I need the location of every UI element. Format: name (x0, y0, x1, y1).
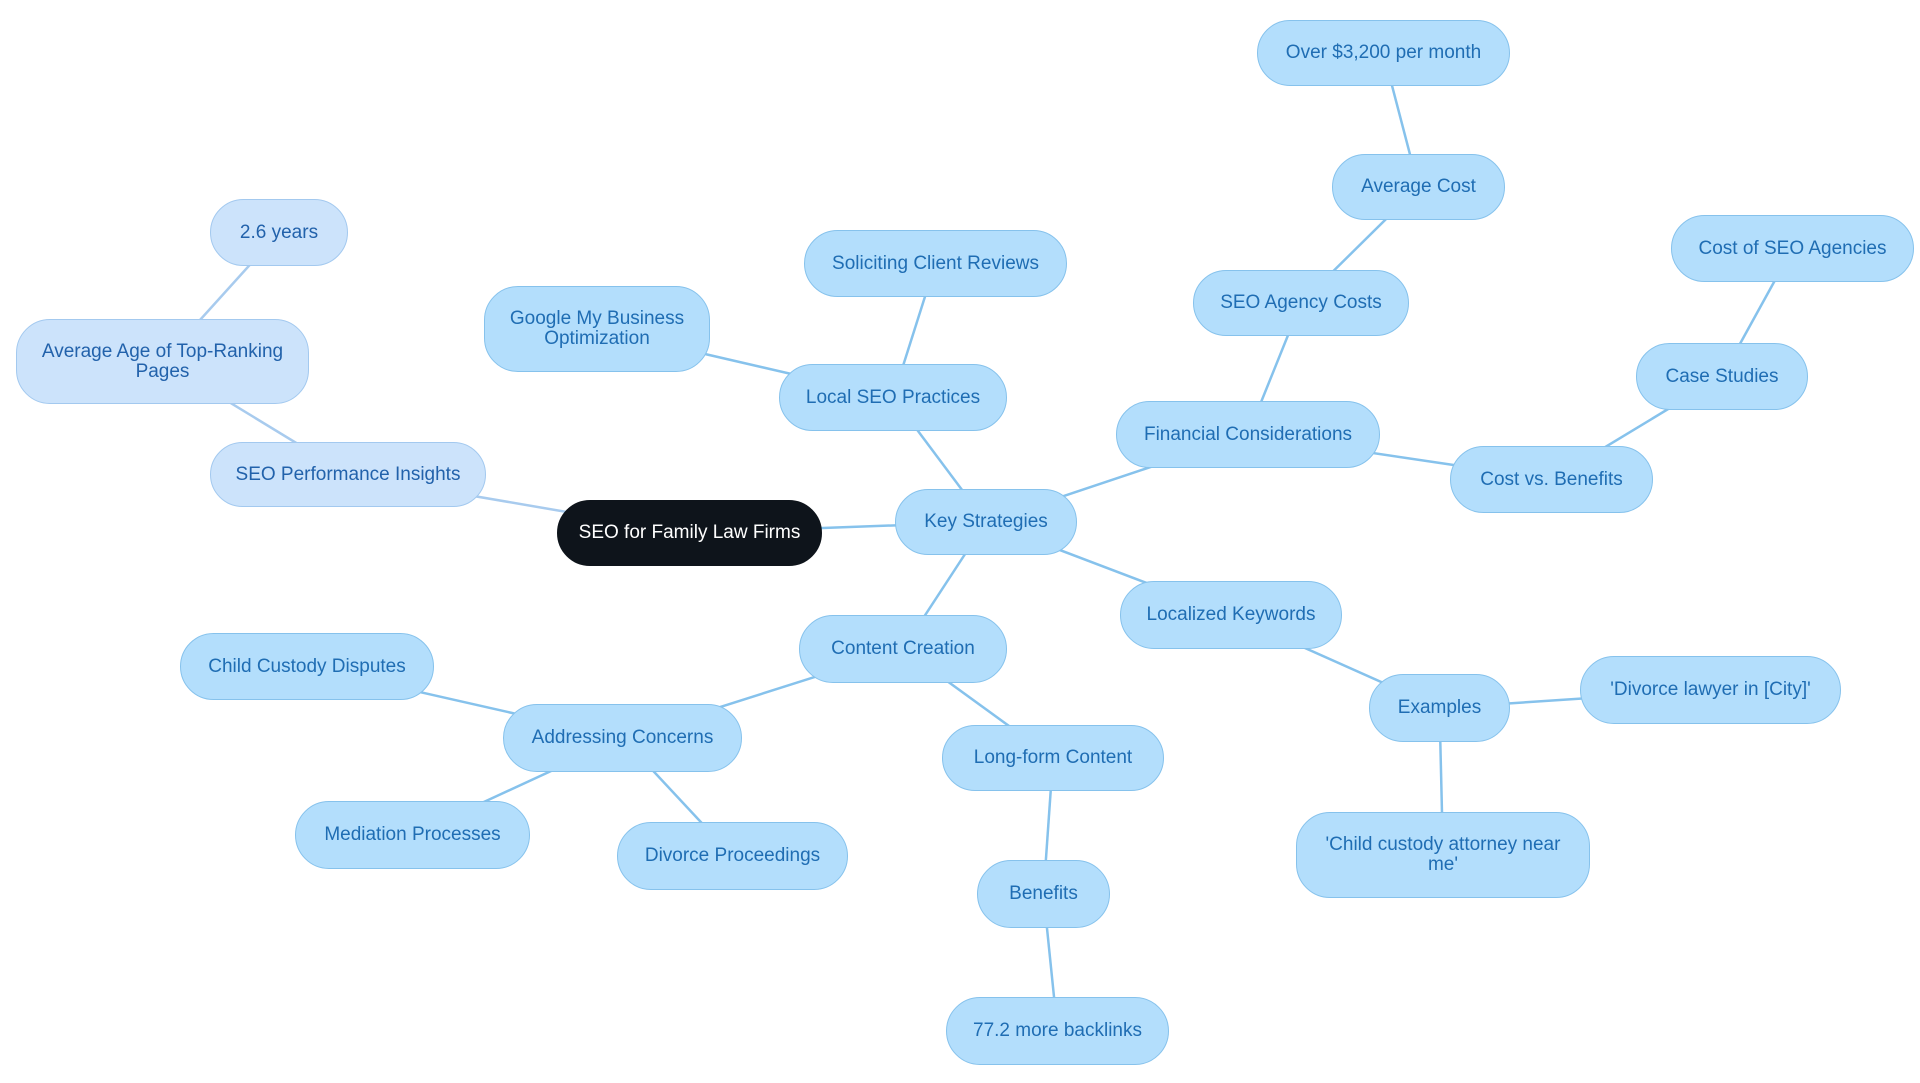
node-addressing-concerns[interactable]: Addressing Concerns (503, 704, 742, 772)
node-label: 77.2 more backlinks (973, 1020, 1142, 1041)
node-label: Content Creation (831, 638, 975, 659)
node-label: Over $3,200 per month (1285, 42, 1482, 63)
node-label: Addressing Concerns (531, 727, 714, 748)
node-mediation-processes[interactable]: Mediation Processes (295, 801, 530, 869)
node-label: Case Studies (1665, 365, 1779, 387)
node-2-6-years[interactable]: 2.6 years (210, 199, 348, 266)
node-label: 'Divorce lawyer in [City]' (1610, 679, 1811, 700)
node-label: Average Cost (1361, 176, 1476, 197)
node-label: Cost vs. Benefits (1480, 468, 1623, 490)
node-cost-of-seo-agencies[interactable]: Cost of SEO Agencies (1671, 215, 1914, 282)
node-child-custody-attorney-near-me[interactable]: 'Child custody attorney near me' (1296, 812, 1590, 898)
root-node-label: SEO for Family Law Firms (578, 522, 801, 543)
node-label: Local SEO Practices (805, 386, 981, 408)
node-label: Mediation Processes (324, 824, 501, 845)
node-google-my-business-optimization[interactable]: Google My Business Optimization (484, 286, 710, 372)
node-benefits[interactable]: Benefits (977, 860, 1110, 928)
node-label: 2.6 years (239, 221, 319, 243)
node-label: Financial Considerations (1143, 423, 1353, 445)
node-local-seo-practices[interactable]: Local SEO Practices (779, 364, 1007, 431)
node-label: Average Age of Top-Ranking Pages (41, 340, 284, 382)
node-label: Google My Business Optimization (509, 308, 685, 349)
node-examples[interactable]: Examples (1369, 674, 1510, 742)
node-child-custody-disputes[interactable]: Child Custody Disputes (180, 633, 434, 700)
node-label: Key Strategies (924, 511, 1048, 532)
node-localized-keywords[interactable]: Localized Keywords (1120, 581, 1342, 649)
node-average-age-of-top-ranking-pages[interactable]: Average Age of Top-Ranking Pages (16, 319, 309, 404)
node-label: 'Child custody attorney near me' (1325, 834, 1561, 875)
node-content-creation[interactable]: Content Creation (799, 615, 1007, 683)
node-key-strategies[interactable]: Key Strategies (895, 489, 1077, 555)
node-seo-performance-insights[interactable]: SEO Performance Insights (210, 442, 486, 507)
node-seo-agency-costs[interactable]: SEO Agency Costs (1193, 270, 1409, 336)
node-case-studies[interactable]: Case Studies (1636, 343, 1808, 410)
node-soliciting-client-reviews[interactable]: Soliciting Client Reviews (804, 230, 1067, 297)
node-label: Benefits (1009, 883, 1078, 904)
node-label: Divorce Proceedings (644, 845, 821, 866)
node-label: SEO Agency Costs (1220, 292, 1382, 313)
node-long-form-content[interactable]: Long-form Content (942, 725, 1164, 791)
node-average-cost[interactable]: Average Cost (1332, 154, 1505, 220)
node-label: Localized Keywords (1146, 604, 1316, 625)
node-label: Soliciting Client Reviews (832, 252, 1039, 274)
node-label: Cost of SEO Agencies (1698, 237, 1887, 259)
node-financial-considerations[interactable]: Financial Considerations (1116, 401, 1380, 468)
node-divorce-proceedings[interactable]: Divorce Proceedings (617, 822, 848, 890)
root-node[interactable]: SEO for Family Law Firms (557, 500, 822, 566)
node-cost-vs-benefits[interactable]: Cost vs. Benefits (1450, 446, 1653, 513)
node-label: Child Custody Disputes (208, 655, 406, 677)
node-label: Long-form Content (973, 747, 1133, 768)
node-label: SEO Performance Insights (235, 463, 461, 485)
node-over-3200-per-month[interactable]: Over $3,200 per month (1257, 20, 1510, 86)
node-label: Examples (1397, 697, 1482, 718)
node-divorce-lawyer-in-city[interactable]: 'Divorce lawyer in [City]' (1580, 656, 1841, 724)
node-77-2-more-backlinks[interactable]: 77.2 more backlinks (946, 997, 1169, 1065)
